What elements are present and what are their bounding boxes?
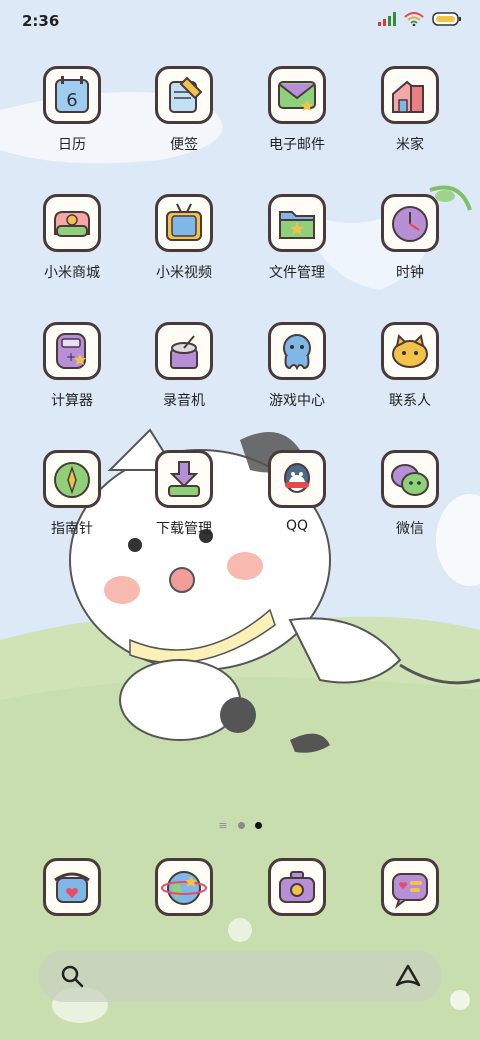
- app-game-center[interactable]: 游戏中心: [242, 322, 352, 410]
- app-qq[interactable]: QQ: [242, 450, 352, 534]
- game-icon: [283, 334, 311, 371]
- app-label: 小米视频: [156, 265, 212, 281]
- app-compass[interactable]: 指南针: [17, 450, 127, 538]
- app-calendar[interactable]: 6 日历: [17, 66, 127, 154]
- app-label: 微信: [396, 521, 424, 537]
- search-bar[interactable]: [38, 950, 442, 1002]
- app-calculator[interactable]: + 计算器: [17, 322, 127, 410]
- app-downloads[interactable]: 下载管理: [129, 450, 239, 538]
- app-files[interactable]: 文件管理: [242, 194, 352, 282]
- email-icon: [278, 81, 316, 111]
- app-shop[interactable]: 小米商城: [17, 194, 127, 282]
- app-label: 日历: [58, 137, 86, 153]
- app-label: 米家: [396, 137, 424, 153]
- dock-phone[interactable]: [17, 858, 127, 916]
- recorder-icon: [170, 335, 198, 369]
- messages-icon: [392, 873, 428, 909]
- app-drawer-indicator-icon[interactable]: ≡: [218, 820, 227, 831]
- compass-icon: [54, 462, 90, 498]
- app-label: 下载管理: [156, 521, 212, 537]
- app-label: 联系人: [389, 393, 431, 409]
- folder-icon: [279, 211, 315, 239]
- app-clock[interactable]: 时钟: [355, 194, 465, 282]
- phone-icon: [54, 872, 90, 903]
- qq-icon: [284, 463, 310, 493]
- app-label: 指南针: [51, 521, 93, 537]
- app-label: 便签: [170, 137, 198, 153]
- app-contacts[interactable]: 联系人: [355, 322, 465, 410]
- camera-icon: [279, 871, 315, 903]
- app-label: 电子邮件: [269, 137, 325, 153]
- app-label: 时钟: [396, 265, 424, 281]
- battery-icon: [432, 12, 461, 26]
- app-notes[interactable]: 便签: [129, 66, 239, 154]
- page-indicator: ≡: [0, 820, 480, 831]
- signal-icon: [378, 12, 396, 26]
- svg-text:+: +: [66, 350, 76, 364]
- app-wechat[interactable]: 微信: [355, 450, 465, 538]
- status-time: 2:36: [22, 12, 60, 30]
- page-dot-1[interactable]: [237, 822, 245, 829]
- wechat-icon: [391, 464, 429, 496]
- app-email[interactable]: 电子邮件: [242, 66, 352, 154]
- app-label: QQ: [285, 518, 309, 534]
- assistant-icon[interactable]: [394, 964, 422, 988]
- app-smart-home[interactable]: 米家: [355, 66, 465, 154]
- calculator-icon: +: [56, 333, 86, 369]
- shop-icon: [54, 211, 90, 237]
- app-label: 游戏中心: [269, 393, 325, 409]
- download-icon: [168, 461, 200, 497]
- wifi-icon: [404, 12, 424, 26]
- app-video[interactable]: 小米视频: [129, 194, 239, 282]
- contacts-icon: [392, 333, 428, 368]
- dock-messages[interactable]: [355, 858, 465, 916]
- status-bar: 2:36: [0, 0, 480, 44]
- dock-camera[interactable]: [242, 858, 352, 916]
- tv-icon: [166, 203, 202, 241]
- clock-icon: [392, 206, 428, 242]
- smart-home-icon: [392, 80, 424, 113]
- dock-browser[interactable]: [129, 858, 239, 916]
- notes-icon: [169, 76, 203, 113]
- app-label: 计算器: [51, 393, 93, 409]
- search-icon[interactable]: [60, 964, 84, 988]
- app-recorder[interactable]: 录音机: [129, 322, 239, 410]
- app-label: 录音机: [163, 393, 205, 409]
- browser-icon: [161, 871, 207, 905]
- page-dot-2[interactable]: [254, 822, 262, 829]
- app-label: 小米商城: [44, 265, 100, 281]
- app-label: 文件管理: [269, 265, 325, 281]
- calendar-icon: 6: [55, 76, 89, 113]
- calendar-day: 6: [66, 90, 77, 111]
